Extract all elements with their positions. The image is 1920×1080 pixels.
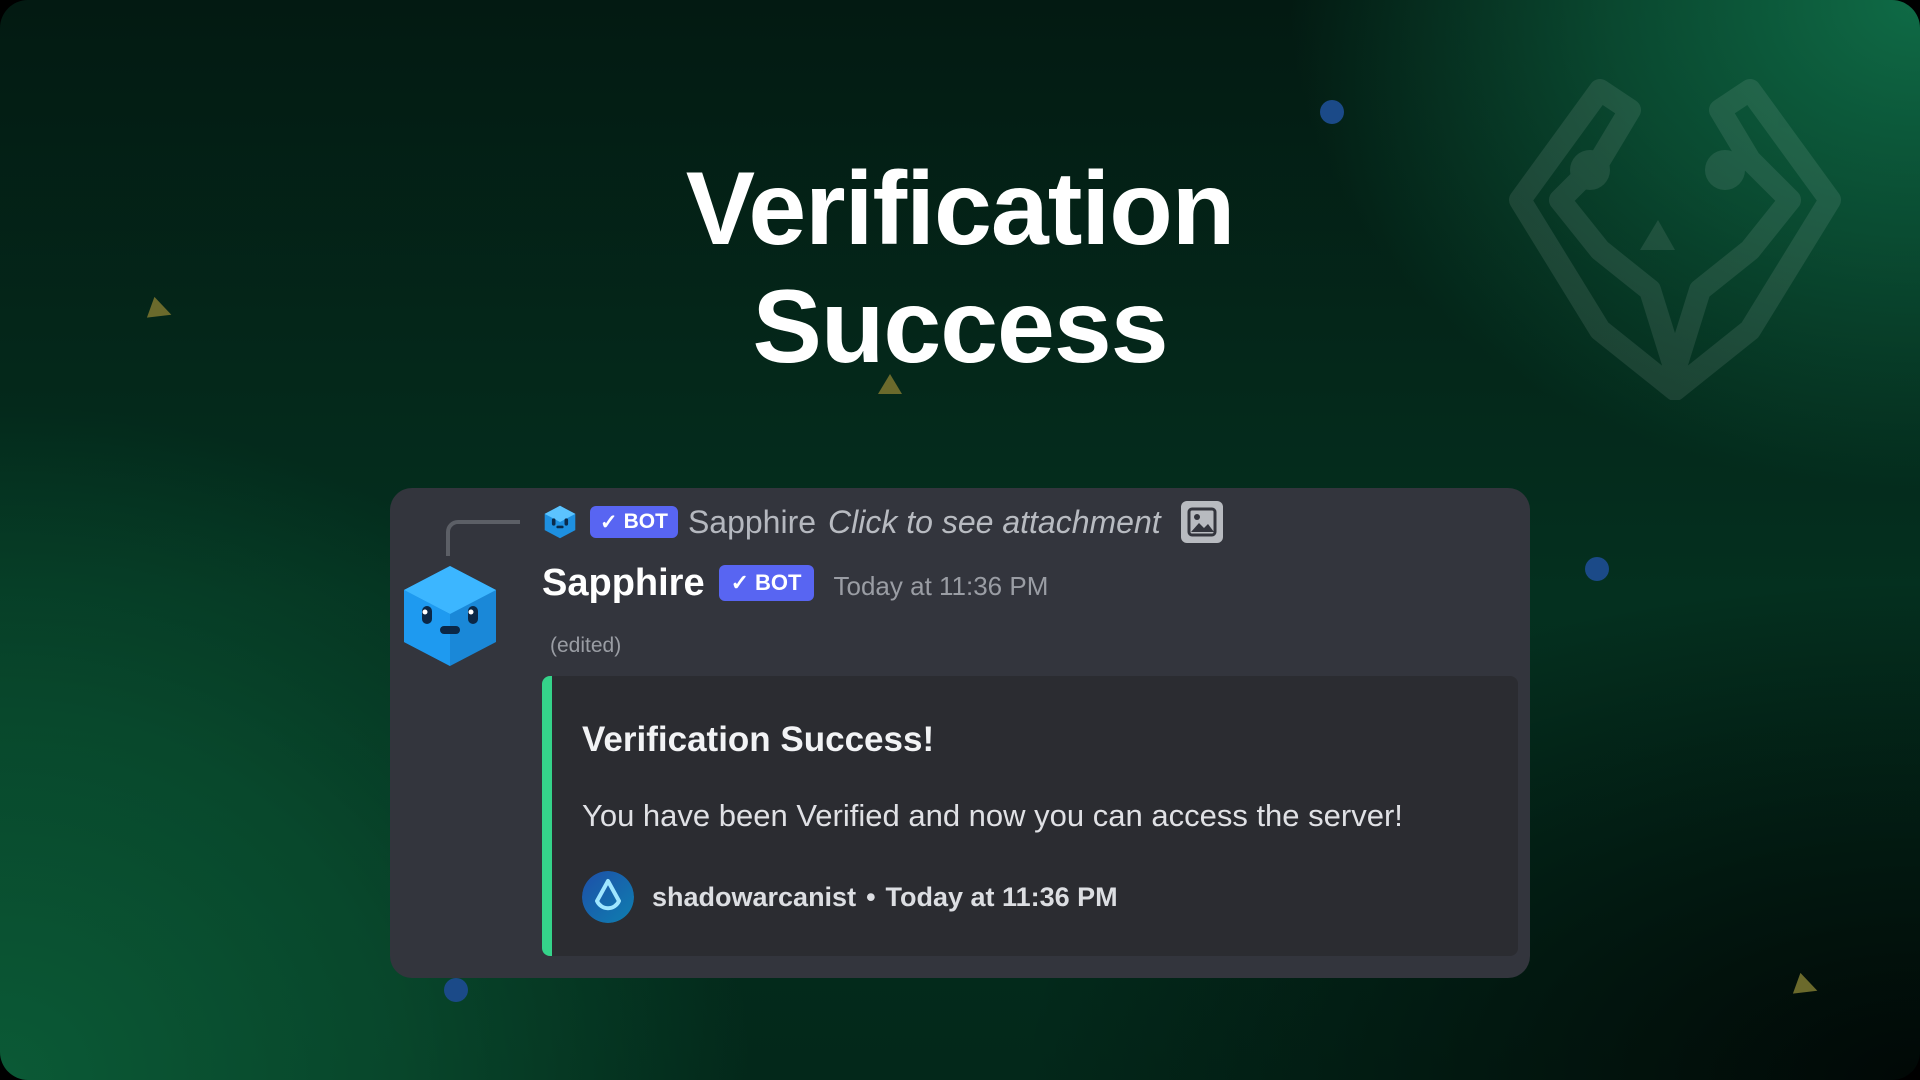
reply-preview[interactable]: ✓ BOT Sapphire Click to see attachment bbox=[542, 500, 1223, 544]
footer-author: shadowarcanist bbox=[652, 881, 857, 912]
background: Verification Success ✓ BOT Sapphire Clic… bbox=[0, 0, 1920, 1080]
message-embed: Verification Success! You have been Veri… bbox=[542, 676, 1518, 956]
reply-connector bbox=[446, 520, 520, 556]
bot-badge: ✓ BOT bbox=[718, 565, 814, 601]
bot-badge: ✓ BOT bbox=[590, 506, 678, 538]
footer-timestamp: Today at 11:36 PM bbox=[885, 881, 1118, 912]
edited-label: (edited) bbox=[550, 634, 622, 657]
decor-dot bbox=[444, 978, 468, 1002]
message-timestamp: Today at 11:36 PM bbox=[833, 570, 1049, 601]
embed-footer: shadowarcanist • Today at 11:36 PM bbox=[582, 870, 1118, 924]
bot-mini-avatar-icon bbox=[544, 505, 576, 539]
decor-triangle bbox=[1792, 972, 1822, 1002]
check-icon: ✓ bbox=[730, 570, 750, 595]
image-glyph-icon bbox=[1187, 507, 1217, 537]
image-icon[interactable] bbox=[1180, 501, 1223, 543]
hero-title: Verification Success bbox=[0, 150, 1920, 386]
bot-badge-label: BOT bbox=[623, 510, 668, 533]
message-author-name[interactable]: Sapphire bbox=[542, 562, 705, 605]
decor-dot bbox=[1585, 557, 1609, 581]
footer-author-avatar bbox=[582, 871, 634, 923]
embed-title: Verification Success! bbox=[582, 720, 935, 759]
bot-badge-label: BOT bbox=[755, 570, 802, 595]
hero-title-line-1: Verification bbox=[685, 151, 1236, 267]
hero-title-line-2: Success bbox=[752, 269, 1168, 385]
footer-separator: • bbox=[866, 881, 876, 912]
decor-dot bbox=[1320, 100, 1344, 124]
bot-avatar[interactable] bbox=[400, 564, 500, 668]
embed-description: You have been Verified and now you can a… bbox=[582, 798, 1403, 833]
discord-message-card: ✓ BOT Sapphire Click to see attachment S… bbox=[390, 488, 1530, 978]
check-icon: ✓ bbox=[600, 510, 618, 534]
reply-attachment-link[interactable]: Click to see attachment bbox=[828, 504, 1161, 541]
message-header: Sapphire ✓ BOT Today at 11:36 PM bbox=[542, 558, 1048, 608]
reply-author-name[interactable]: Sapphire bbox=[688, 504, 816, 541]
